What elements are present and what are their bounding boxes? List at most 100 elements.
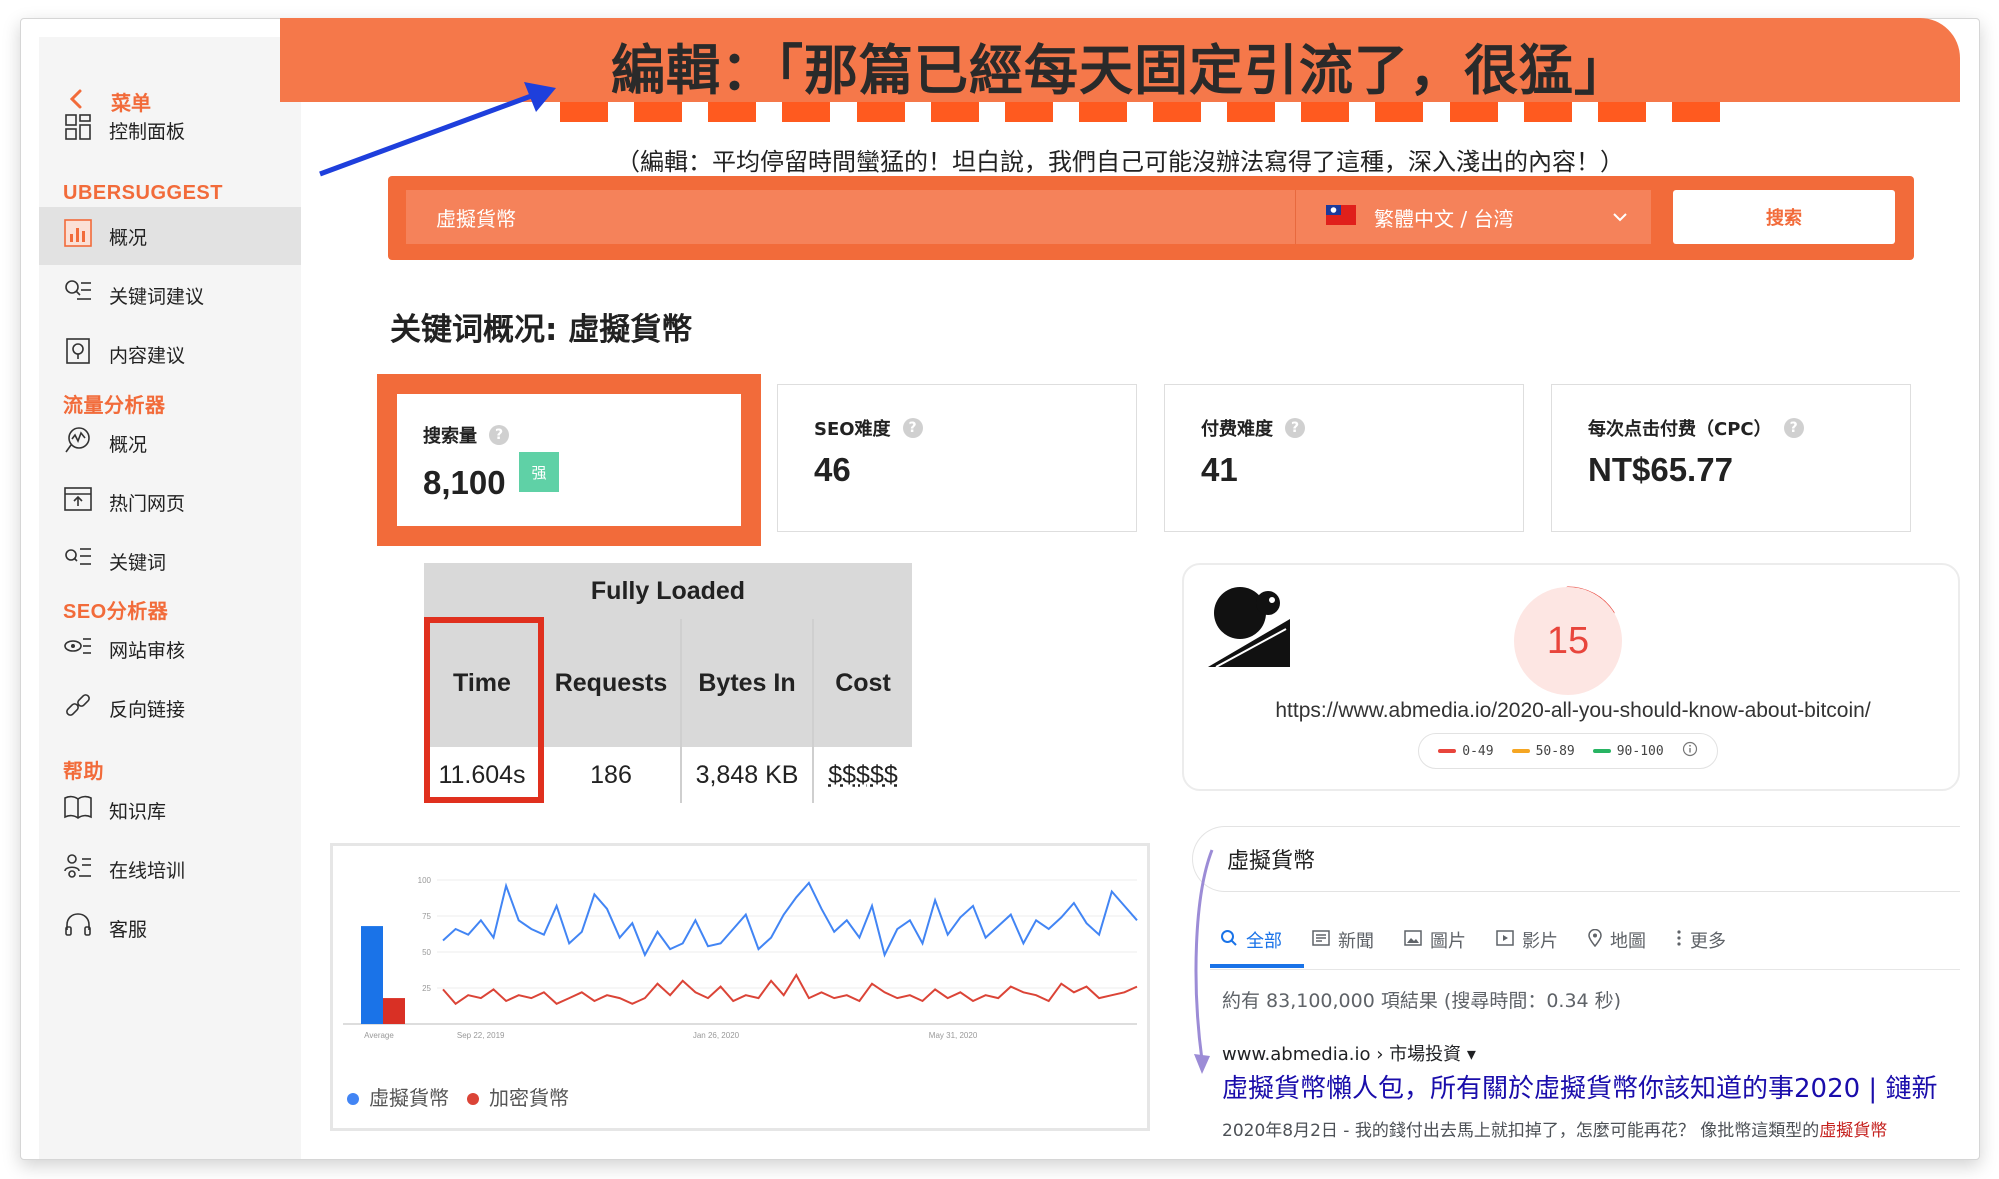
tab-news[interactable]: 新聞 — [1312, 924, 1374, 956]
result-breadcrumb[interactable]: www.abmedia.io › 市場投資 ▾ — [1222, 1040, 1476, 1066]
tab-all[interactable]: 全部 — [1220, 924, 1282, 956]
page-title: 关键词概况: 虛擬貨幣 — [390, 312, 693, 348]
editor-note: （編輯：平均停留時間蠻猛的！坦白說，我們自己可能沒辦法寫得了這種，深入淺出的內容… — [616, 148, 1624, 176]
taiwan-flag-icon — [1326, 204, 1356, 230]
sidebar-item-keyword-ideas[interactable]: 关键词建议 — [39, 266, 301, 324]
table-cell: $$$$$ — [814, 747, 912, 803]
legend-item: 0-49 — [1438, 744, 1494, 759]
metric-label: 搜索量 — [423, 426, 477, 447]
table-column: Bytes In 3,848 KB — [680, 619, 812, 803]
search-bar: 虛擬貨幣 繁體中文 / 台湾 搜索 — [388, 176, 1914, 260]
sidebar-section-help: 帮助 — [63, 761, 104, 783]
sidebar-item-label: 反向链接 — [109, 699, 186, 721]
legend-item: 90-100 — [1592, 744, 1664, 759]
sidebar-item-knowledge-base[interactable]: 知识库 — [39, 781, 301, 839]
video-icon — [1496, 929, 1514, 951]
help-icon[interactable]: ? — [902, 418, 923, 438]
search-icon — [1220, 929, 1238, 952]
table-cell: 3,848 KB — [682, 747, 812, 803]
sidebar-item-overview[interactable]: 概况 — [39, 207, 301, 265]
sidebar-item-label: 概况 — [109, 227, 148, 249]
sidebar-item-backlinks[interactable]: 反向链接 — [39, 679, 301, 737]
legend-item: 虛擬貨幣 — [347, 1082, 449, 1111]
pagespeed-card: 15 https://www.abmedia.io/2020-all-you-s… — [1182, 563, 1960, 791]
sidebar-item-site-audit[interactable]: 网站审核 — [39, 620, 301, 678]
metric-label: 付费难度 — [1201, 419, 1273, 440]
keywords-icon — [63, 543, 93, 579]
sidebar-item-label: 关键词建议 — [109, 286, 205, 308]
serp-tabs: 全部 新聞 圖片 影片 地圖 更多 — [1220, 924, 1726, 956]
sidebar-item-content-ideas[interactable]: 内容建议 — [39, 325, 301, 383]
table-title: Fully Loaded — [424, 563, 912, 619]
sidebar-section-ubersuggest: UBERSUGGEST — [63, 182, 223, 204]
metric-label: SEO难度 — [814, 419, 891, 440]
series-line — [442, 973, 1138, 1006]
help-icon[interactable]: ? — [1783, 418, 1804, 438]
divider — [1210, 969, 1960, 970]
search-input[interactable]: 虛擬貨幣 — [406, 190, 1295, 244]
tab-images[interactable]: 圖片 — [1404, 924, 1466, 956]
result-title-link[interactable]: 虛擬貨幣懶人包，所有關於虛擬貨幣你該知道的事2020 | 鏈新 — [1222, 1068, 1960, 1105]
traffic-overview-icon — [63, 425, 93, 461]
x-tick-label: Average — [364, 1031, 394, 1040]
sidebar-item-dashboard[interactable]: 控制面板 — [39, 101, 301, 159]
result-count: 約有 83,100,000 項結果 (搜尋時間：0.34 秒) — [1222, 990, 1622, 1012]
table-cell: 186 — [542, 747, 680, 803]
headline-text: 編輯：「那篇已經每天固定引流了，很猛」 — [611, 39, 1629, 102]
tab-more[interactable]: 更多 — [1676, 924, 1726, 956]
sidebar-item-label: 内容建议 — [109, 345, 186, 367]
help-icon[interactable]: ? — [489, 425, 509, 445]
performance-score: 15 — [1514, 587, 1622, 695]
legend-item: 50-89 — [1511, 744, 1575, 759]
help-icon[interactable]: ? — [1285, 418, 1305, 438]
search-volume-card: 搜索量? 8,100 强 — [377, 374, 761, 546]
top-pages-icon — [63, 484, 93, 520]
caret-down-icon[interactable]: ▾ — [1467, 1044, 1476, 1065]
bar-chart-icon — [63, 218, 93, 254]
legend-item: 加密貨幣 — [467, 1082, 569, 1111]
tab-maps[interactable]: 地圖 — [1588, 924, 1646, 956]
status-badge: 强 — [519, 452, 559, 492]
sidebar-item-keywords[interactable]: 关键词 — [39, 532, 301, 590]
x-tick-label: Jan 26, 2020 — [693, 1031, 740, 1040]
sidebar-item-label: 网站审核 — [109, 640, 186, 662]
sidebar-item-label: 控制面板 — [109, 121, 186, 143]
sidebar-item-training[interactable]: 在线培训 — [39, 840, 301, 898]
banner-dashes — [560, 102, 1720, 122]
sidebar-item-top-pages[interactable]: 热门网页 — [39, 473, 301, 531]
trends-legend: 虛擬貨幣 加密貨幣 — [347, 1082, 569, 1111]
book-icon — [63, 792, 93, 828]
score-legend: 0-49 50-89 90-100 — [1418, 733, 1718, 769]
y-tick-label: 100 — [418, 876, 432, 885]
y-tick-label: 50 — [422, 948, 431, 957]
sidebar-item-label: 关键词 — [109, 552, 167, 574]
paid-difficulty-card: 付费难度? 41 — [1164, 384, 1524, 532]
google-search-input[interactable]: 虛擬貨幣 — [1192, 826, 1960, 892]
sidebar-item-label: 知识库 — [109, 801, 167, 823]
sidebar-item-label: 在线培训 — [109, 860, 186, 882]
sidebar-item-label: 客服 — [109, 919, 148, 941]
metric-value: 46 — [814, 451, 851, 488]
dashboard-icon — [63, 112, 93, 148]
sidebar-item-label: 概况 — [109, 434, 148, 456]
tab-videos[interactable]: 影片 — [1496, 924, 1558, 956]
metric-label: 每次点击付费（CPC） — [1588, 419, 1772, 440]
sidebar-item-traffic-overview[interactable]: 概况 — [39, 414, 301, 472]
info-icon[interactable] — [1682, 741, 1698, 761]
sidebar: 菜单 控制面板 UBERSUGGEST 概况 关键词建议 内容建议 流量分析器 … — [39, 37, 301, 1159]
seo-difficulty-card: SEO难度? 46 — [777, 384, 1137, 532]
y-tick-label: 75 — [422, 912, 431, 921]
headset-icon — [63, 910, 93, 946]
chevron-down-icon — [1611, 204, 1629, 235]
column-header: Cost — [814, 619, 912, 747]
search-button[interactable]: 搜索 — [1673, 190, 1895, 244]
more-dots-icon — [1676, 929, 1682, 952]
keyword-list-icon — [63, 277, 93, 313]
average-bar — [383, 998, 405, 1024]
tested-url[interactable]: https://www.abmedia.io/2020-all-you-shou… — [1184, 699, 1962, 723]
language-select[interactable]: 繁體中文 / 台湾 — [1295, 190, 1651, 244]
site-audit-icon — [63, 631, 93, 667]
sidebar-item-support[interactable]: 客服 — [39, 899, 301, 957]
series-line — [442, 881, 1138, 958]
x-tick-label: Sep 22, 2019 — [457, 1031, 505, 1040]
